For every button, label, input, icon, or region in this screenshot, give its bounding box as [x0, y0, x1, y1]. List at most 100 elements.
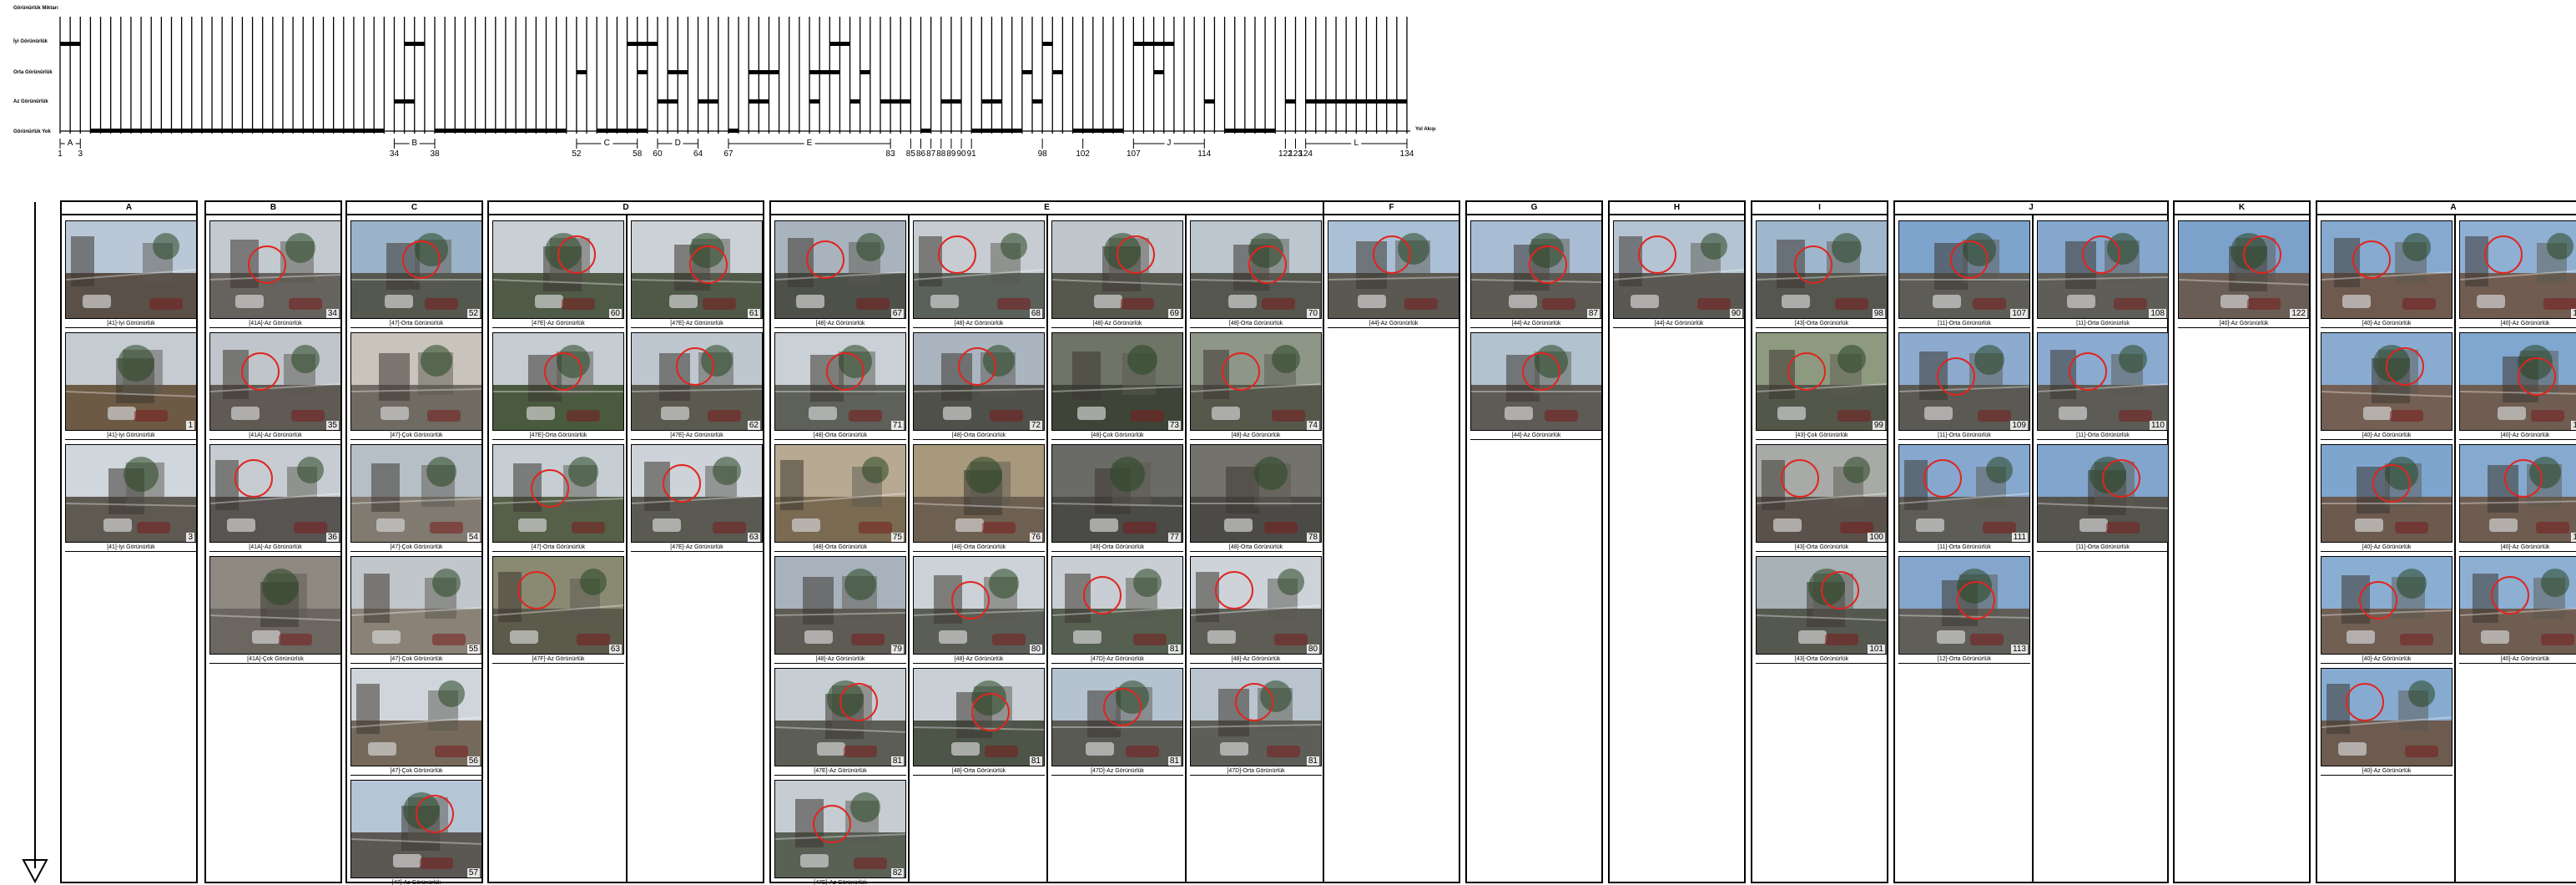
street-photo[interactable]: [41]-İyi Görünürlük: [65, 220, 197, 329]
photo-image: [1051, 220, 1183, 319]
street-photo[interactable]: 87 [44]-Az Görünürlük: [1470, 220, 1602, 329]
street-photo[interactable]: 63 [47E]-Az Görünürlük: [631, 444, 763, 553]
focus-circle-marker: [2352, 240, 2391, 279]
street-photo[interactable]: 80 [48]-Az Görünürlük: [1190, 556, 1322, 665]
street-photo[interactable]: 63 [47F]-Az Görünürlük: [492, 556, 624, 665]
group-header: G: [1467, 202, 1601, 215]
street-photo[interactable]: 80 [48]-Az Görünürlük: [913, 556, 1045, 665]
photo-caption: [47]-Çok Görünürlük: [350, 544, 482, 552]
street-photo[interactable]: [11]-Orta Görünürlük: [2037, 444, 2169, 553]
street-photo[interactable]: 73 [48]-Çok Görünürlük: [1051, 332, 1183, 441]
photo-number: 110: [2150, 421, 2166, 430]
street-photo[interactable]: [44]-Az Görünürlük: [1470, 332, 1602, 441]
visibility-segment: [668, 70, 688, 74]
street-photo[interactable]: 77 [48]-Orta Görünürlük: [1051, 444, 1183, 553]
photo-number: 35: [325, 421, 339, 430]
photo-number: 81: [1306, 756, 1319, 766]
photo-number: 52: [466, 309, 480, 318]
street-photo[interactable]: 69 [48]-Az Görünürlük: [1051, 220, 1183, 329]
photo-caption: [48]-Az Görünürlük: [1051, 320, 1183, 328]
street-photo[interactable]: 54 [47]-Çok Görünürlük: [350, 444, 482, 553]
street-photo[interactable]: 127 [40]-Az Görünürlük: [2459, 332, 2576, 441]
axis-point-label: 60: [653, 149, 663, 159]
street-photo[interactable]: 56 [47]-Çok Görünürlük: [350, 668, 482, 776]
street-photo[interactable]: 100 [43]-Orta Görünürlük: [1756, 444, 1888, 553]
street-photo[interactable]: 129 [40]-Az Görünürlük: [2459, 444, 2576, 553]
visibility-segment: [1052, 70, 1063, 74]
photo-caption: [11]-Orta Görünürlük: [2037, 432, 2169, 440]
street-photo[interactable]: 62 [47E]-Az Görünürlük: [631, 332, 763, 441]
street-photo[interactable]: 125 [40]-Az Görünürlük: [2459, 220, 2576, 329]
street-photo[interactable]: 3 [41]-İyi Görünürlük: [65, 444, 197, 553]
photo-caption: [40]-Az Görünürlük: [2459, 320, 2576, 328]
photo-number: 70: [1306, 309, 1319, 318]
street-photo[interactable]: 113 [12]-Orta Görünürlük: [1898, 556, 2030, 665]
street-photo[interactable]: [40]-Az Görünürlük: [2459, 556, 2576, 665]
street-photo[interactable]: [40]-Az Görünürlük: [2321, 556, 2452, 665]
street-photo[interactable]: 34 [41A]-Az Görünürlük: [209, 220, 341, 329]
street-photo[interactable]: [47]-Çok Görünürlük: [350, 332, 482, 441]
street-photo[interactable]: 1 [41]-İyi Görünürlük: [65, 332, 197, 441]
street-photo[interactable]: 81 [47E]-Az Görünürlük: [774, 668, 906, 776]
street-photo[interactable]: 111 [11]-Orta Görünürlük: [1898, 444, 2030, 553]
street-photo[interactable]: 57 [47]-Az Görünürlük: [350, 780, 482, 885]
street-photo[interactable]: 82 [47E]-Az Görünürlük: [774, 780, 906, 885]
segment-label: C: [601, 139, 612, 148]
street-photo[interactable]: 72 [48]-Orta Görünürlük: [913, 332, 1045, 441]
street-photo[interactable]: [40]-Az Görünürlük: [2321, 332, 2452, 441]
street-photo[interactable]: 76 [48]-Orta Görünürlük: [913, 444, 1045, 553]
axis-point-label: 58: [633, 149, 643, 159]
street-photo[interactable]: 75 [48]-Orta Görünürlük: [774, 444, 906, 553]
visibility-segment: [1042, 42, 1053, 46]
street-photo[interactable]: 90 [44]-Az Görünürlük: [1613, 220, 1745, 329]
street-photo[interactable]: 61 [47E]-Az Görünürlük: [631, 220, 763, 329]
street-photo[interactable]: 52 [47]-Orta Görünürlük: [350, 220, 482, 329]
photo-caption: [47E]-Orta Görünürlük: [492, 432, 624, 440]
photo-caption: [40]-Az Görünürlük: [2321, 320, 2452, 328]
group-header: J: [1895, 202, 2167, 215]
photo-image: [913, 220, 1045, 319]
street-photo[interactable]: 36 [41A]-Az Görünürlük: [209, 444, 341, 553]
focus-circle-marker: [2518, 357, 2556, 396]
street-photo[interactable]: 60 [47E]-Az Görünürlük: [492, 220, 624, 329]
street-photo[interactable]: 81 [47D]-Az Görünürlük: [1051, 556, 1183, 665]
street-photo[interactable]: 81 [47D]-Az Görünürlük: [1051, 668, 1183, 776]
street-photo[interactable]: 35 [41A]-Az Görünürlük: [209, 332, 341, 441]
street-photo[interactable]: 71 [48]-Orta Görünürlük: [774, 332, 906, 441]
street-photo[interactable]: 98 [43]-Orta Görünürlük: [1756, 220, 1888, 329]
street-photo[interactable]: 108 [11]-Orta Görünürlük: [2037, 220, 2169, 329]
street-photo[interactable]: 107 [11]-Orta Görünürlük: [1898, 220, 2030, 329]
street-photo[interactable]: 99 [43]-Çok Görünürlük: [1756, 332, 1888, 441]
street-photo[interactable]: 110 [11]-Orta Görünürlük: [2037, 332, 2169, 441]
street-photo[interactable]: 78 [48]-Orta Görünürlük: [1190, 444, 1322, 553]
street-photo[interactable]: [40]-Az Görünürlük: [2321, 220, 2452, 329]
photo-caption: [48]-Az Görünürlük: [1190, 432, 1322, 440]
street-photo[interactable]: 81 [47D]-Orta Görünürlük: [1190, 668, 1322, 776]
street-photo[interactable]: [41A]-Çok Görünürlük: [209, 556, 341, 665]
photo-image: [65, 220, 197, 319]
group-header: A: [62, 202, 196, 215]
street-photo[interactable]: 67 [48]-Az Görünürlük: [774, 220, 906, 329]
street-photo[interactable]: 109 [11]-Orta Görünürlük: [1898, 332, 2030, 441]
street-photo[interactable]: 101 [43]-Orta Görünürlük: [1756, 556, 1888, 665]
street-photo[interactable]: [40]-Az Görünürlük: [2321, 444, 2452, 553]
photo-number: 81: [1167, 756, 1181, 766]
street-photo[interactable]: 68 [48]-Az Görünürlük: [913, 220, 1045, 329]
column-divider: [2454, 215, 2456, 882]
street-photo[interactable]: 55 [47]-Çok Görünürlük: [350, 556, 482, 665]
street-photo[interactable]: [40]-Az Görünürlük: [2321, 668, 2452, 776]
photo-caption: [11]-Orta Görünürlük: [2037, 320, 2169, 328]
axis-point-label: 107: [1127, 149, 1141, 159]
street-photo[interactable]: 122 [40]-Az Görünürlük: [2178, 220, 2310, 329]
photo-caption: [47]-Orta Görünürlük: [350, 320, 482, 328]
street-photo[interactable]: [47E]-Orta Görünürlük: [492, 332, 624, 441]
street-photo[interactable]: 79 [48]-Az Görünürlük: [774, 556, 906, 665]
street-photo[interactable]: [44]-Az Görünürlük: [1328, 220, 1459, 329]
group-header: B: [206, 202, 340, 215]
street-photo[interactable]: 70 [48]-Orta Görünürlük: [1190, 220, 1322, 329]
street-photo[interactable]: 74 [48]-Az Görünürlük: [1190, 332, 1322, 441]
street-photo[interactable]: 81 [48]-Orta Görünürlük: [913, 668, 1045, 776]
focus-circle-marker: [1103, 688, 1142, 726]
street-photo[interactable]: [47]-Orta Görünürlük: [492, 444, 624, 553]
photo-caption: [43]-Orta Görünürlük: [1756, 544, 1888, 552]
